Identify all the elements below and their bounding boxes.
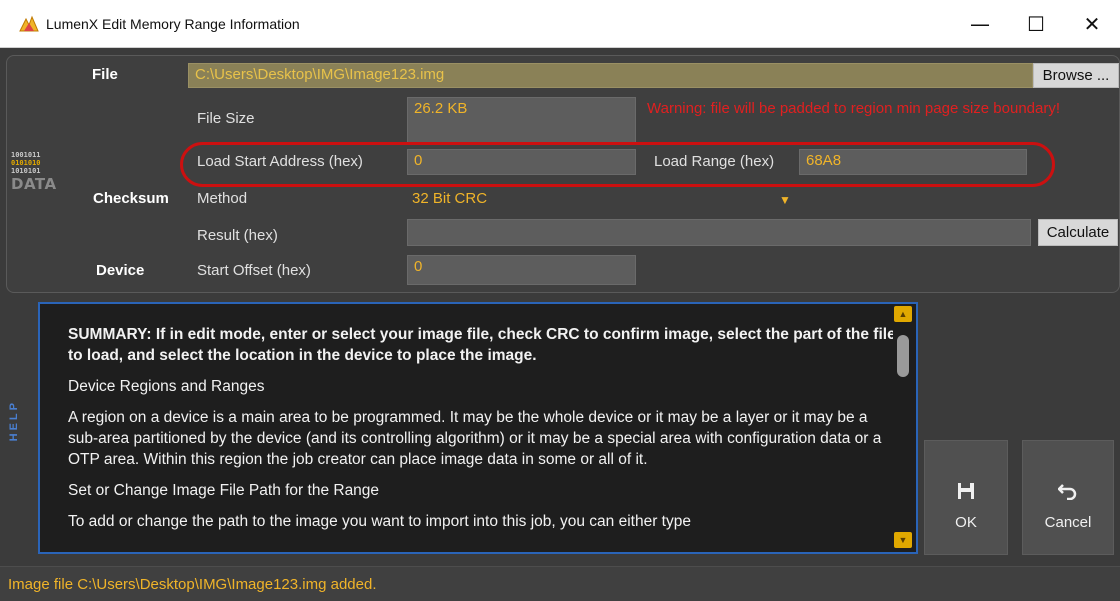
cancel-button[interactable]: Cancel [1022, 440, 1114, 555]
maximize-button[interactable]: ☐ [1008, 0, 1064, 48]
status-message: Image file C:\Users\Desktop\IMG\Image123… [8, 575, 377, 593]
method-select[interactable]: 32 Bit CRC [412, 190, 487, 207]
lumenx-logo-icon [18, 15, 40, 33]
help-paragraph-regions: A region on a device is a main area to b… [68, 409, 882, 468]
padding-warning: Warning: file will be padded to region m… [647, 100, 1061, 117]
save-icon [957, 482, 975, 506]
file-size-label: File Size [197, 110, 255, 127]
close-button[interactable]: ✕ [1064, 0, 1120, 48]
cancel-label: Cancel [1044, 514, 1092, 531]
ok-button[interactable]: OK [924, 440, 1008, 555]
device-section-label: Device [96, 262, 145, 279]
title-bar: LumenX Edit Memory Range Information — ☐… [0, 0, 1120, 48]
result-label: Result (hex) [197, 227, 278, 244]
help-heading-file-path: Set or Change Image File Path for the Ra… [68, 482, 380, 499]
ok-label: OK [955, 514, 977, 531]
help-summary: SUMMARY: If in edit mode, enter or selec… [68, 326, 896, 364]
status-bar: Image file C:\Users\Desktop\IMG\Image123… [0, 566, 1120, 601]
file-section-label: File [92, 66, 118, 83]
scroll-thumb[interactable] [897, 335, 909, 377]
scroll-down-icon[interactable]: ▼ [894, 532, 912, 548]
undo-icon [1057, 482, 1078, 506]
calculate-button[interactable]: Calculate [1038, 219, 1118, 246]
window-title: LumenX Edit Memory Range Information [46, 15, 300, 32]
load-fields-highlight [180, 142, 1055, 187]
minimize-button[interactable]: — [952, 0, 1008, 48]
scroll-up-icon[interactable]: ▲ [894, 306, 912, 322]
start-offset-input[interactable]: 0 [407, 255, 636, 285]
start-offset-label: Start Offset (hex) [197, 262, 311, 279]
file-size-value: 26.2 KB [407, 97, 636, 143]
data-logo-icon: 1001011 0101010 1010101 DATA [11, 151, 57, 193]
help-side-label: HELP [8, 400, 20, 442]
browse-button[interactable]: Browse ... [1033, 63, 1119, 88]
help-panel: SUMMARY: If in edit mode, enter or selec… [38, 302, 918, 554]
chevron-down-icon[interactable]: ▼ [779, 193, 791, 207]
help-heading-regions: Device Regions and Ranges [68, 378, 265, 395]
checksum-section-label: Checksum [93, 190, 169, 207]
method-label: Method [197, 190, 248, 207]
help-paragraph-file-path: To add or change the path to the image y… [68, 513, 691, 530]
file-path-field[interactable]: C:\Users\Desktop\IMG\Image123.img [188, 63, 1033, 88]
result-field[interactable] [407, 219, 1031, 246]
